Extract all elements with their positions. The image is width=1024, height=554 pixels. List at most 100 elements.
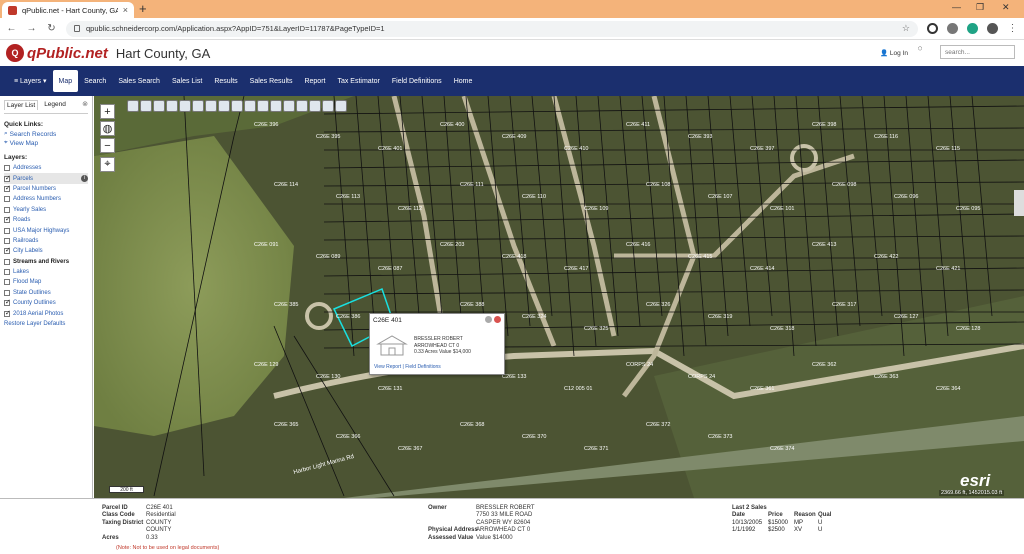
buffer-tool-icon[interactable] xyxy=(153,100,165,112)
view-map-link[interactable]: ⌖ View Map xyxy=(4,139,88,147)
browser-tab[interactable]: qPublic.net - Hart County, GA - M × xyxy=(2,2,134,18)
zoom-box-tool-icon[interactable] xyxy=(205,100,217,112)
layer-checkbox[interactable] xyxy=(4,184,11,192)
parcel-label[interactable]: C26E 374 xyxy=(770,446,794,452)
layer-checkbox[interactable] xyxy=(4,237,10,244)
parcel-label[interactable]: C26E 422 xyxy=(874,254,898,260)
layer-item[interactable]: Yearly Sales xyxy=(4,205,88,215)
parcel-label[interactable]: C26E 370 xyxy=(522,434,546,440)
extension-icon[interactable] xyxy=(927,23,938,34)
layer-item[interactable]: 2018 Aerial Photos xyxy=(4,308,88,318)
parcel-label[interactable]: C26E 095 xyxy=(956,206,980,212)
qpublic-logo-icon[interactable]: Q xyxy=(6,44,24,62)
parcel-label[interactable]: C26E 101 xyxy=(770,206,794,212)
parcel-label[interactable]: C26E 129 xyxy=(254,362,278,368)
parcel-label[interactable]: C26E 110 xyxy=(522,194,546,200)
parcel-label[interactable]: CORPS 24 xyxy=(626,362,653,368)
parcel-label[interactable]: C26E 130 xyxy=(316,374,340,380)
parcel-label[interactable]: C26E 397 xyxy=(750,146,774,152)
nav-report[interactable]: Report xyxy=(298,70,331,92)
layer-item[interactable]: Flood Map xyxy=(4,277,88,287)
parcel-label[interactable]: C26E 319 xyxy=(708,314,732,320)
parcel-label[interactable]: C26E 400 xyxy=(440,122,464,128)
search-records-link[interactable]: ⌕ Search Records xyxy=(4,130,88,138)
layer-checkbox[interactable] xyxy=(4,289,10,296)
zoom-in-button[interactable]: + xyxy=(100,104,115,119)
measure-tool-icon[interactable] xyxy=(166,100,178,112)
aerial-map[interactable]: Harbor Light Marina Rd C26E 396C26E 395C… xyxy=(94,96,1024,498)
parcel-label[interactable]: C26E 115 xyxy=(936,146,960,152)
parcel-label[interactable]: C26E 367 xyxy=(398,446,422,452)
parcel-popup[interactable]: C26E 401 BRESSLER ROBERT ARROWHEAD CT 0 … xyxy=(369,313,505,375)
draw-tool-icon[interactable] xyxy=(179,100,191,112)
parcel-label[interactable]: C26E 411 xyxy=(626,122,650,128)
parcel-label[interactable]: C26E 128 xyxy=(956,326,980,332)
layer-checkbox[interactable] xyxy=(4,165,10,172)
parcel-label[interactable]: C26E 398 xyxy=(812,122,836,128)
parcel-label[interactable]: C26E 372 xyxy=(646,422,670,428)
panel-close-icon[interactable]: ⊗ xyxy=(82,100,88,108)
extension-3-icon[interactable] xyxy=(967,23,978,34)
nav-layers[interactable]: ≡ Layers ▾ xyxy=(8,70,53,92)
parcel-label[interactable]: C26E 385 xyxy=(274,302,298,308)
parcel-label[interactable]: C26E 098 xyxy=(832,182,856,188)
erase-tool-icon[interactable] xyxy=(283,100,295,112)
parcel-label[interactable]: C26E 112 xyxy=(398,206,422,212)
popup-minimize-icon[interactable] xyxy=(485,316,492,323)
parcel-label[interactable]: C12 005 01 xyxy=(564,386,592,392)
layer-checkbox[interactable] xyxy=(4,309,11,317)
parcel-label[interactable]: C26E 203 xyxy=(440,242,464,248)
parcel-label[interactable]: C26E 401 xyxy=(378,146,402,152)
layer-checkbox[interactable] xyxy=(4,279,10,286)
nav-tax-estimator[interactable]: Tax Estimator xyxy=(331,70,385,92)
menu-dots-icon[interactable]: ⋮ xyxy=(1007,23,1018,34)
layer-item[interactable]: Roads xyxy=(4,215,88,225)
parcel-label[interactable]: CORPS 24 xyxy=(688,374,715,380)
parcel-label[interactable]: C26E 361 xyxy=(750,386,774,392)
layer-info-icon[interactable]: i xyxy=(81,175,88,183)
parcel-label[interactable]: C26E 386 xyxy=(336,314,360,320)
forward-icon[interactable]: → xyxy=(26,23,37,34)
locate-tool-icon[interactable] xyxy=(257,100,269,112)
layers-tool-icon[interactable] xyxy=(244,100,256,112)
parcel-label[interactable]: C26E 113 xyxy=(336,194,360,200)
bookmark-star-icon[interactable]: ☆ xyxy=(902,23,910,34)
extension-2-icon[interactable] xyxy=(947,23,958,34)
popup-links[interactable]: View Report | Field Definitions xyxy=(374,364,441,370)
map-view[interactable]: Harbor Light Marina Rd C26E 396 C26E 395 C… xyxy=(94,96,1024,498)
parcel-label[interactable]: C26E 396 xyxy=(254,122,278,128)
close-window-button[interactable]: ✕ xyxy=(1002,2,1010,13)
parcel-label[interactable]: C26E 415 xyxy=(688,254,712,260)
back-icon[interactable]: ← xyxy=(6,23,17,34)
tab-close-icon[interactable]: × xyxy=(123,5,128,15)
parcel-label[interactable]: C26E 363 xyxy=(874,374,898,380)
nav-sales-list[interactable]: Sales List xyxy=(166,70,208,92)
select-tool-icon[interactable] xyxy=(140,100,152,112)
layer-item[interactable]: Addresses xyxy=(4,163,88,173)
bookmark-tool-icon[interactable] xyxy=(322,100,334,112)
layer-checkbox[interactable] xyxy=(4,258,10,265)
parcel-label[interactable]: C26E 114 xyxy=(274,182,298,188)
parcel-label[interactable]: C26E 364 xyxy=(936,386,960,392)
layer-checkbox[interactable] xyxy=(4,206,10,213)
parcel-label[interactable]: C26E 421 xyxy=(936,266,960,272)
reload-icon[interactable]: ↻ xyxy=(46,23,57,34)
layer-checkbox[interactable] xyxy=(4,269,10,276)
parcel-label[interactable]: C26E 326 xyxy=(646,302,670,308)
nav-home[interactable]: Home xyxy=(448,70,479,92)
parcel-label[interactable]: C26E 395 xyxy=(316,134,340,140)
layer-checkbox[interactable] xyxy=(4,298,11,307)
parcel-label[interactable]: C26E 127 xyxy=(894,314,918,320)
restore-layer-defaults-link[interactable]: Restore Layer Defaults xyxy=(4,321,88,327)
parcel-label[interactable]: C26E 089 xyxy=(316,254,340,260)
parcel-label[interactable]: C26E 418 xyxy=(502,254,526,260)
side-panel-handle[interactable] xyxy=(1014,190,1024,216)
parcel-label[interactable]: C26E 365 xyxy=(274,422,298,428)
layer-item[interactable]: City Labels xyxy=(4,246,88,256)
parcel-label[interactable]: C26E 087 xyxy=(378,266,402,272)
layer-checkbox[interactable] xyxy=(4,174,11,182)
layer-item[interactable]: Parcel Numbers xyxy=(4,184,88,194)
parcel-label[interactable]: C26E 373 xyxy=(708,434,732,440)
tab-legend[interactable]: Legend xyxy=(42,100,68,110)
parcel-label[interactable]: C26E 371 xyxy=(584,446,608,452)
